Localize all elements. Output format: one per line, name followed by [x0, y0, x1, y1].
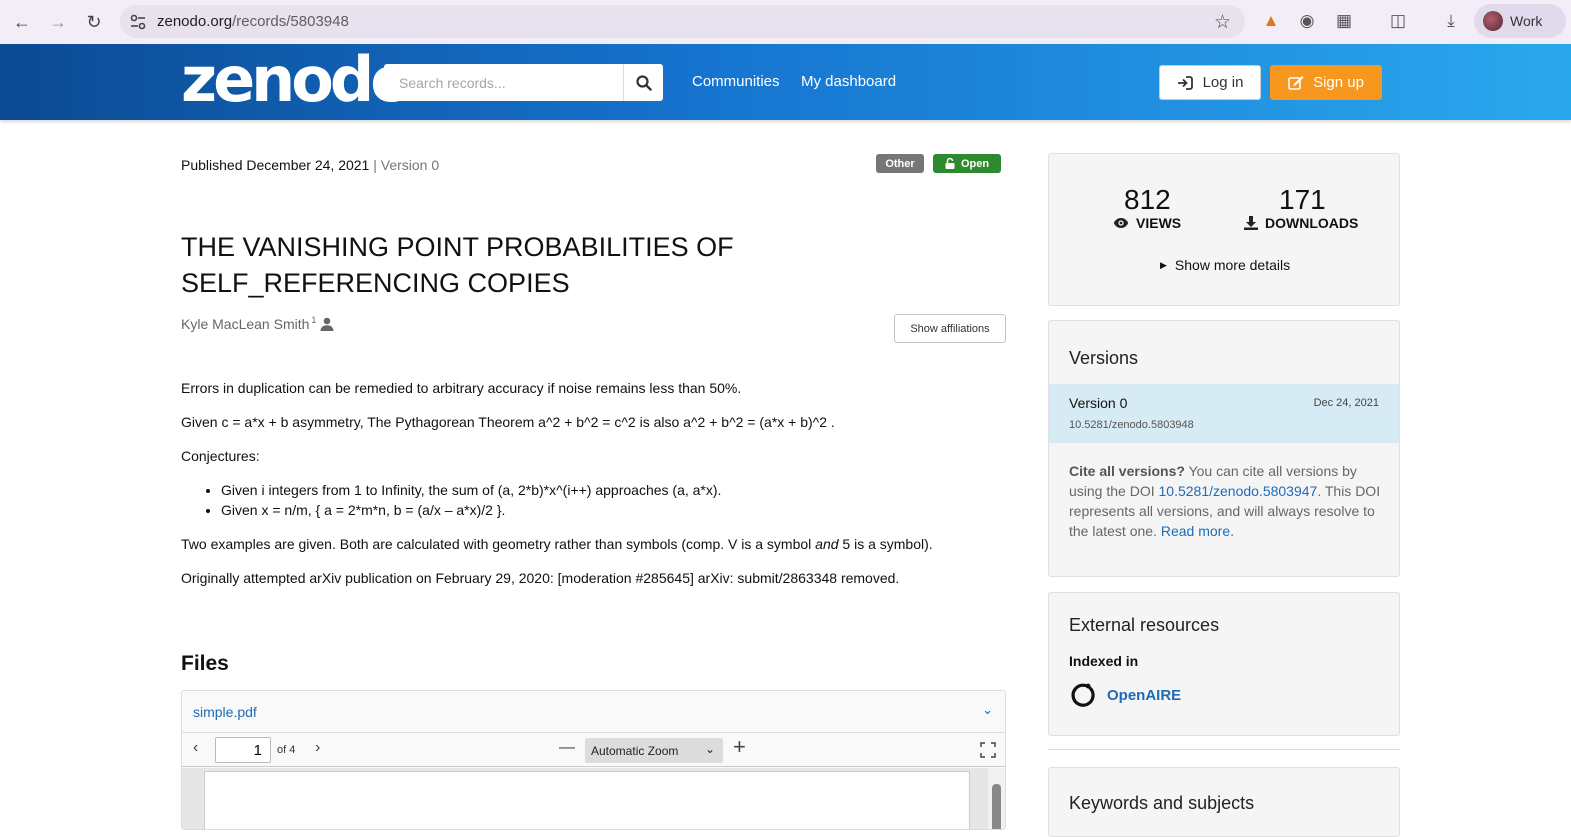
- author[interactable]: Kyle MacLean Smith 1: [181, 315, 334, 332]
- views-label: VIEWS: [1113, 215, 1181, 231]
- concept-doi-link[interactable]: 10.5281/zenodo.5803947: [1159, 483, 1318, 499]
- versions-card: Versions Version 0 Dec 24, 2021 10.5281/…: [1048, 320, 1400, 577]
- record-title: THE VANISHING POINT PROBABILITIES OF SEL…: [181, 232, 734, 298]
- openaire-label[interactable]: OpenAIRE: [1107, 687, 1181, 704]
- read-more-link[interactable]: Read more.: [1161, 523, 1234, 539]
- show-more-label: Show more details: [1174, 257, 1291, 273]
- author-name[interactable]: Kyle MacLean Smith: [181, 316, 309, 332]
- version-label: | Version 0: [373, 157, 440, 173]
- file-accordion-header[interactable]: simple.pdf ⌄: [182, 691, 1005, 733]
- caret-right-icon: ▶: [1160, 259, 1167, 270]
- divider: [1048, 749, 1400, 750]
- camera-extension-icon[interactable]: ◉: [1296, 10, 1318, 32]
- versions-heading: Versions: [1069, 348, 1139, 368]
- list-item: Given i integers from 1 to Infinity, the…: [221, 480, 721, 500]
- nav-my-dashboard[interactable]: My dashboard: [801, 73, 896, 90]
- description-paragraph: Conjectures:: [181, 448, 260, 464]
- extensions-puzzle-icon[interactable]: ▦: [1333, 10, 1355, 32]
- pdf-page: [204, 771, 970, 829]
- keywords-heading: Keywords and subjects: [1069, 793, 1255, 813]
- download-icon[interactable]: ⤓: [1440, 10, 1462, 32]
- zenodo-logo[interactable]: zenodo: [181, 49, 413, 111]
- access-badge: Open: [933, 154, 1001, 173]
- description-paragraph: Errors in duplication can be remedied to…: [181, 380, 742, 396]
- openaire-logo-icon: [1071, 683, 1095, 707]
- metamask-extension-icon[interactable]: ▲: [1260, 10, 1282, 32]
- publication-info: Published December 24, 2021 | Version 0: [181, 157, 439, 173]
- keywords-card: Keywords and subjects: [1048, 767, 1400, 837]
- downloads-label: DOWNLOADS: [1244, 215, 1358, 231]
- conjectures-list: Given i integers from 1 to Infinity, the…: [181, 480, 721, 520]
- search-icon: [635, 74, 652, 91]
- version-doi: 10.5281/zenodo.5803948: [1069, 419, 1194, 431]
- pdf-scrollbar[interactable]: [988, 768, 1005, 829]
- files-heading: Files: [181, 652, 229, 675]
- eye-icon: [1113, 218, 1129, 228]
- indexed-in-label: Indexed in: [1069, 653, 1139, 669]
- file-name-link[interactable]: simple.pdf: [193, 704, 257, 720]
- published-date: Published December 24, 2021: [181, 157, 370, 173]
- views-count: 812: [1124, 184, 1171, 215]
- version-date: Dec 24, 2021: [1313, 397, 1379, 409]
- edit-icon: [1288, 76, 1304, 90]
- search-box: [384, 64, 663, 101]
- zoom-value: Automatic Zoom: [591, 744, 679, 758]
- previous-page-icon[interactable]: ‹: [193, 739, 198, 757]
- signup-button[interactable]: Sign up: [1270, 65, 1382, 100]
- stats-card: 812 VIEWS 171 DOWNLOADS ▶ Show more deta…: [1048, 153, 1400, 306]
- zoom-out-icon[interactable]: —: [559, 739, 575, 757]
- access-label: Open: [960, 157, 990, 170]
- page-number-input[interactable]: 1: [215, 737, 271, 763]
- external-resources-card: External resources Indexed in OpenAIRE: [1048, 592, 1400, 736]
- next-page-icon[interactable]: ›: [315, 739, 320, 757]
- zoom-in-icon[interactable]: +: [733, 734, 746, 760]
- reload-icon[interactable]: ↻: [80, 8, 108, 36]
- browser-toolbar: ← → ↻ zenodo.org/records/5803948 ☆ ▲ ◉ ▦…: [0, 0, 1571, 44]
- author-affiliation-number: 1: [311, 315, 317, 325]
- description-paragraph: Given c = a*x + b asymmetry, The Pythago…: [181, 414, 835, 430]
- scrollbar-thumb[interactable]: [992, 784, 1001, 829]
- cite-all-versions: Cite all versions? You can cite all vers…: [1069, 463, 1381, 539]
- signup-label: Sign up: [1313, 74, 1364, 91]
- bookmark-star-icon[interactable]: ☆: [1214, 11, 1231, 34]
- chevron-down-icon[interactable]: ⌄: [982, 702, 993, 718]
- pdf-toolbar: ‹ 1 of 4 › — Automatic Zoom ⌄ +: [182, 733, 1005, 767]
- search-button[interactable]: [623, 64, 663, 101]
- external-resources-heading: External resources: [1069, 615, 1220, 635]
- zoom-select[interactable]: Automatic Zoom ⌄: [585, 738, 723, 763]
- forward-icon[interactable]: →: [44, 8, 72, 36]
- sign-in-icon: [1177, 75, 1193, 90]
- avatar: [1483, 11, 1503, 31]
- site-header: zenodo Communities My dashboard Log in S…: [0, 44, 1571, 120]
- site-settings-icon[interactable]: [129, 13, 147, 31]
- version-name[interactable]: Version 0: [1069, 395, 1127, 411]
- chevron-down-icon: ⌄: [704, 742, 715, 756]
- resource-type-badge: Other: [876, 154, 924, 173]
- user-icon: [320, 317, 334, 331]
- tab-search-icon[interactable]: ◫: [1387, 10, 1409, 32]
- profile-label: Work: [1510, 13, 1543, 29]
- search-input[interactable]: [384, 64, 623, 101]
- show-more-details-toggle[interactable]: ▶ Show more details: [1160, 257, 1290, 273]
- show-affiliations-button[interactable]: Show affiliations: [894, 314, 1006, 343]
- fullscreen-icon[interactable]: [980, 742, 996, 758]
- downloads-count: 171: [1279, 184, 1326, 215]
- login-label: Log in: [1202, 74, 1244, 91]
- url-text: zenodo.org/records/5803948: [157, 13, 349, 30]
- version-item[interactable]: Version 0 Dec 24, 2021 10.5281/zenodo.58…: [1049, 384, 1399, 443]
- file-preview-panel: simple.pdf ⌄ ‹ 1 of 4 › — Automatic Zoom…: [181, 690, 1006, 830]
- page-count: of 4: [277, 744, 296, 756]
- address-bar[interactable]: zenodo.org/records/5803948 ☆: [120, 5, 1245, 38]
- unlock-icon: [945, 158, 955, 169]
- description-paragraph: Two examples are given. Both are calcula…: [181, 536, 933, 552]
- profile-button[interactable]: Work: [1474, 4, 1566, 38]
- description-paragraph: Originally attempted arXiv publication o…: [181, 570, 900, 586]
- download-icon: [1244, 216, 1258, 230]
- nav-communities[interactable]: Communities: [692, 73, 780, 90]
- openaire-link[interactable]: OpenAIRE: [1069, 681, 1181, 709]
- login-button[interactable]: Log in: [1159, 65, 1261, 100]
- back-icon[interactable]: ←: [8, 8, 36, 36]
- list-item: Given x = n/m, { a = 2*m*n, b = (a/x – a…: [221, 500, 721, 520]
